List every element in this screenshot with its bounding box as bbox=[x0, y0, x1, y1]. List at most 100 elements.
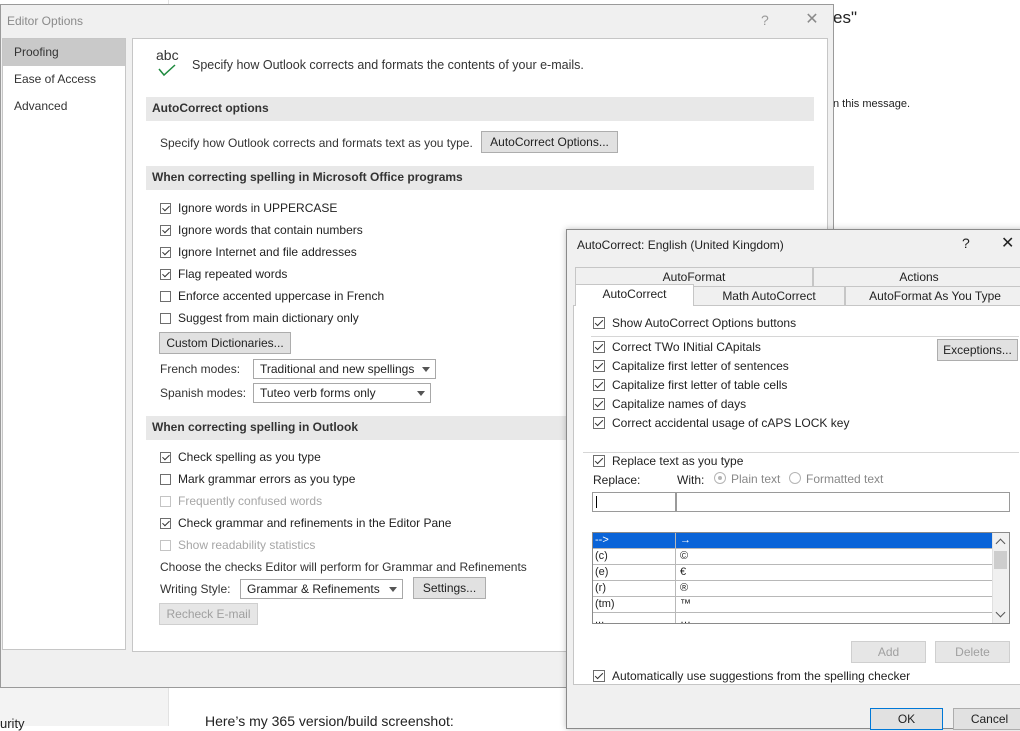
checkbox[interactable] bbox=[160, 224, 171, 236]
dialog-close-button[interactable]: ✕ bbox=[1001, 233, 1014, 253]
section-autocorrect-options: AutoCorrect options bbox=[146, 97, 814, 121]
scroll-thumb[interactable] bbox=[994, 551, 1007, 569]
option-caps-lock-correction[interactable]: Correct accidental usage of cAPS LOCK ke… bbox=[593, 415, 849, 431]
nav-item-proofing[interactable]: Proofing bbox=[3, 39, 125, 66]
checkbox[interactable] bbox=[160, 290, 171, 302]
tab-actions[interactable]: Actions bbox=[813, 267, 1020, 286]
list-item[interactable]: (c) © bbox=[593, 549, 1009, 565]
checkbox[interactable] bbox=[160, 312, 171, 324]
settings-button[interactable]: Settings... bbox=[413, 577, 486, 599]
background-title-fragment: es" bbox=[833, 8, 857, 27]
option-correct-two-initial-capitals[interactable]: Correct TWo INitial CApitals bbox=[593, 339, 761, 355]
option-capitalize-table-cells[interactable]: Capitalize first letter of table cells bbox=[593, 377, 787, 393]
option-ignore-uppercase[interactable]: Ignore words in UPPERCASE bbox=[160, 199, 337, 217]
list-scrollbar[interactable] bbox=[992, 533, 1009, 623]
checkbox[interactable] bbox=[160, 473, 171, 485]
checkbox[interactable] bbox=[593, 417, 605, 429]
checkbox bbox=[160, 539, 171, 551]
option-check-grammar-refinements[interactable]: Check grammar and refinements in the Edi… bbox=[160, 514, 451, 532]
list-item[interactable]: --> → bbox=[593, 533, 1009, 549]
list-item[interactable]: (tm) ™ bbox=[593, 597, 1009, 613]
option-capitalize-days[interactable]: Capitalize names of days bbox=[593, 396, 746, 412]
checkbox[interactable] bbox=[593, 670, 605, 682]
tab-math-autocorrect[interactable]: Math AutoCorrect bbox=[693, 286, 845, 305]
writing-style-label: Writing Style: bbox=[160, 582, 231, 596]
abc-icon-text: abc bbox=[156, 47, 179, 63]
background-sidebar-fragment: urity bbox=[0, 716, 25, 731]
option-flag-repeated-words[interactable]: Flag repeated words bbox=[160, 265, 287, 283]
option-show-autocorrect-buttons[interactable]: Show AutoCorrect Options buttons bbox=[593, 315, 796, 331]
checkbox bbox=[160, 495, 171, 507]
list-item[interactable]: (r) ® bbox=[593, 581, 1009, 597]
checkmark-icon bbox=[158, 64, 176, 77]
option-frequently-confused-words: Frequently confused words bbox=[160, 492, 322, 510]
spanish-modes-dropdown[interactable]: Tuteo verb forms only bbox=[253, 383, 431, 403]
list-item[interactable]: ...… bbox=[593, 613, 1009, 623]
checkbox[interactable] bbox=[593, 379, 605, 391]
radio-button bbox=[714, 472, 726, 484]
chevron-down-icon bbox=[417, 391, 425, 396]
options-nav: Proofing Ease of Access Advanced bbox=[2, 38, 126, 650]
checkbox[interactable] bbox=[593, 341, 605, 353]
close-icon: ✕ bbox=[805, 11, 819, 28]
checkbox[interactable] bbox=[160, 268, 171, 280]
option-spelling-suggestions[interactable]: Automatically use suggestions from the s… bbox=[593, 668, 910, 684]
option-main-dictionary-only[interactable]: Suggest from main dictionary only bbox=[160, 309, 359, 327]
option-enforce-french-uppercase[interactable]: Enforce accented uppercase in French bbox=[160, 287, 384, 305]
dialog-title: AutoCorrect: English (United Kingdom) bbox=[577, 238, 784, 252]
option-mark-grammar-errors[interactable]: Mark grammar errors as you type bbox=[160, 470, 355, 488]
cancel-button[interactable]: Cancel bbox=[953, 708, 1020, 730]
option-check-spelling[interactable]: Check spelling as you type bbox=[160, 448, 321, 466]
scroll-up-icon[interactable] bbox=[995, 538, 1006, 549]
french-modes-dropdown[interactable]: Traditional and new spellings bbox=[253, 359, 436, 379]
ok-button[interactable]: OK bbox=[870, 708, 943, 730]
option-readability-statistics: Show readability statistics bbox=[160, 536, 315, 554]
nav-item-advanced[interactable]: Advanced bbox=[3, 93, 125, 120]
list-item[interactable]: (e) € bbox=[593, 565, 1009, 581]
tab-autoformat-as-you-type[interactable]: AutoFormat As You Type bbox=[845, 286, 1020, 305]
checkbox[interactable] bbox=[593, 455, 605, 467]
dialog-help-button[interactable]: ? bbox=[962, 235, 970, 251]
panel-header-text: Specify how Outlook corrects and formats… bbox=[192, 58, 584, 72]
custom-dictionaries-button[interactable]: Custom Dictionaries... bbox=[159, 332, 291, 354]
add-button: Add bbox=[851, 641, 926, 663]
background-sidebar bbox=[0, 688, 168, 726]
checkbox[interactable] bbox=[160, 202, 171, 214]
option-ignore-internet-addresses[interactable]: Ignore Internet and file addresses bbox=[160, 243, 357, 261]
autocorrect-options-button[interactable]: AutoCorrect Options... bbox=[481, 131, 618, 153]
option-replace-as-you-type[interactable]: Replace text as you type bbox=[593, 453, 748, 469]
help-button[interactable]: ? bbox=[761, 12, 769, 28]
checkbox[interactable] bbox=[160, 451, 171, 463]
option-ignore-numbers[interactable]: Ignore words that contain numbers bbox=[160, 221, 363, 239]
autocorrect-dialog: AutoCorrect: English (United Kingdom) ? … bbox=[566, 229, 1020, 730]
grammar-checks-text: Choose the checks Editor will perform fo… bbox=[160, 560, 527, 574]
scroll-down-icon[interactable] bbox=[995, 607, 1006, 618]
replace-input[interactable] bbox=[592, 492, 676, 512]
text-cursor bbox=[596, 496, 597, 508]
nav-item-ease-of-access[interactable]: Ease of Access bbox=[3, 66, 125, 93]
exceptions-button[interactable]: Exceptions... bbox=[937, 339, 1018, 361]
with-input[interactable] bbox=[676, 492, 1010, 512]
section-office-spelling: When correcting spelling in Microsoft Of… bbox=[146, 166, 814, 190]
autocorrect-entries-list[interactable]: --> → (c) © (e) € (r) ® (tm) ™ ...… bbox=[592, 532, 1010, 624]
checkbox[interactable] bbox=[160, 246, 171, 258]
abc-check-icon: abc bbox=[156, 48, 179, 77]
background-body-text: Here’s my 365 version/build screenshot: bbox=[205, 713, 454, 729]
checkbox[interactable] bbox=[593, 398, 605, 410]
checkbox[interactable] bbox=[593, 317, 605, 329]
spanish-modes-label: Spanish modes: bbox=[160, 386, 247, 400]
writing-style-dropdown[interactable]: Grammar & Refinements bbox=[240, 579, 403, 599]
checkbox[interactable] bbox=[593, 360, 605, 372]
background-message-fragment: n this message. bbox=[833, 98, 911, 110]
window-title: Editor Options bbox=[7, 14, 84, 28]
tab-autocorrect[interactable]: AutoCorrect bbox=[575, 284, 694, 306]
option-capitalize-sentences[interactable]: Capitalize first letter of sentences bbox=[593, 358, 789, 374]
recheck-email-button: Recheck E-mail bbox=[159, 603, 258, 625]
radio-button bbox=[789, 472, 801, 484]
replace-label: Replace: bbox=[593, 473, 641, 487]
close-button[interactable]: ✕ bbox=[801, 7, 823, 33]
close-icon: ✕ bbox=[1001, 235, 1015, 252]
formatted-text-radio: Formatted text bbox=[789, 472, 883, 486]
french-modes-label: French modes: bbox=[160, 362, 241, 376]
checkbox[interactable] bbox=[160, 517, 171, 529]
